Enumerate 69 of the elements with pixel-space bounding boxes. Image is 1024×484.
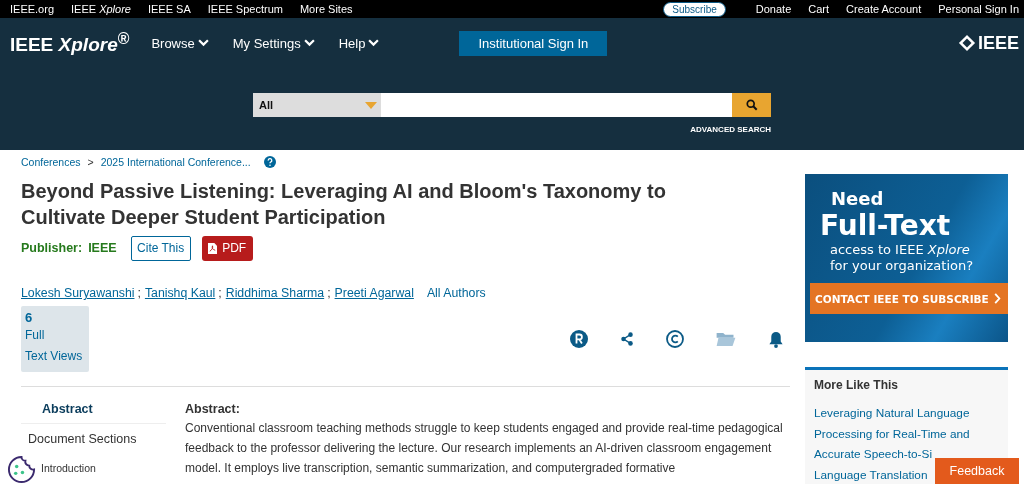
menu-dropdown[interactable]: My Settings [232,35,315,51]
views-count: 6 [25,310,34,325]
publisher-label: Publisher: [21,241,83,255]
breadcrumb-link[interactable]: 2025 International Conference... [100,156,251,168]
scope-dropdown[interactable]: All [253,93,381,117]
site-link[interactable]: IEEE SA [147,3,191,15]
author-separator: ; [218,286,222,300]
site-link[interactable]: IEEE.org [10,3,55,15]
author-link[interactable]: Tanishq Kaul [144,286,216,300]
related-link-line[interactable]: Leveraging Natural Language [814,403,970,424]
advanced-search-link[interactable]: ADVANCED SEARCH [690,125,771,134]
related-link-line[interactable]: Processing for Real-Time and [814,423,970,444]
ad-text: for your organization? [829,258,975,274]
abstract-text: Conventional classroom teaching methods struggle to keep students engaged and provide real-time pedagogical feedback to the professor delivering the lecture. Our research implements an AI-driven classroom engagement model. It employs live transcription, semantic summarization, and computergraded formative [185,420,784,477]
share-icon[interactable] [620,332,634,346]
site-link[interactable]: More Sites [299,3,353,15]
menu-dropdown[interactable]: Browse [151,35,209,51]
document-icon [208,242,218,254]
search-icon [745,99,758,111]
abstract-heading: Abstract: [185,402,241,416]
related-link-line[interactable]: Language Translation [814,464,928,484]
views-label: Full [25,327,46,344]
author-separator: ; [327,286,331,300]
brand-logo[interactable]: IEEE [977,32,1019,54]
help-icon[interactable] [263,156,276,168]
cite-button[interactable]: Cite This [130,235,191,261]
author-link[interactable]: Preeti Agarwal [334,286,414,300]
sign-in-button[interactable]: Institutional Sign In [459,30,608,56]
sections-heading: Document Sections [27,431,138,446]
author-separator: ; [137,286,141,300]
chevron-icon [993,293,1001,304]
section-link[interactable]: Introduction [41,462,96,474]
breadcrumb-separator: > [87,156,94,168]
ad-headline: Full-Text [819,210,952,242]
account-link[interactable]: Create Account [846,3,922,15]
ad-banner[interactable]: Need Full-Text access to IEEE Xplore for your organization? CONTACT IEEE TO SUBSCRIBE [805,174,1008,342]
cookie-icon[interactable] [7,455,36,484]
account-link[interactable]: Personal Sign In [938,3,1019,15]
nav-tab[interactable]: Abstract [21,402,166,424]
ad-text: Need [830,188,885,210]
author-link[interactable]: Riddhima Sharma [225,286,325,300]
subscribe-button[interactable]: Subscribe [663,1,726,17]
chevron-icon [303,39,315,47]
search-field[interactable] [381,93,732,117]
menu-dropdown[interactable]: Help [338,35,380,51]
ad-text: access to IEEE Xplore [829,242,971,258]
diamond-icon [957,34,976,52]
account-link[interactable]: Donate [755,3,792,15]
all-authors-link[interactable]: All Authors [426,286,486,300]
author-link[interactable]: Lokesh Suryawanshi [21,286,135,300]
site-link[interactable]: IEEE Xplore [71,3,131,15]
site-link[interactable]: IEEE Spectrum [207,3,283,15]
panel-title: More Like This [814,378,900,392]
chevron-icon [368,39,380,47]
feedback-button[interactable]: Feedback [935,458,1019,484]
account-link[interactable]: Cart [808,3,830,15]
search-button[interactable] [732,93,771,117]
views-label: Text Views [25,348,84,365]
site-logo[interactable]: IEEE Xplore$^{®}$ [10,29,130,57]
caret-icon [365,101,377,109]
pdf-button[interactable]: PDF [201,235,253,261]
publisher-name: IEEE [88,241,117,255]
rights-icon[interactable] [570,330,588,348]
article-title: Beyond Passive Listening: Leveraging AI and Bloom's Taxonomy to Cultivate Deeper Student Participation [21,179,667,230]
chevron-icon [197,39,209,47]
related-link-line[interactable]: Accurate Speech-to-Si [814,444,933,465]
copyright-icon[interactable] [666,330,684,348]
breadcrumb-link[interactable]: Conferences [21,156,81,168]
bell-icon[interactable] [768,330,784,348]
